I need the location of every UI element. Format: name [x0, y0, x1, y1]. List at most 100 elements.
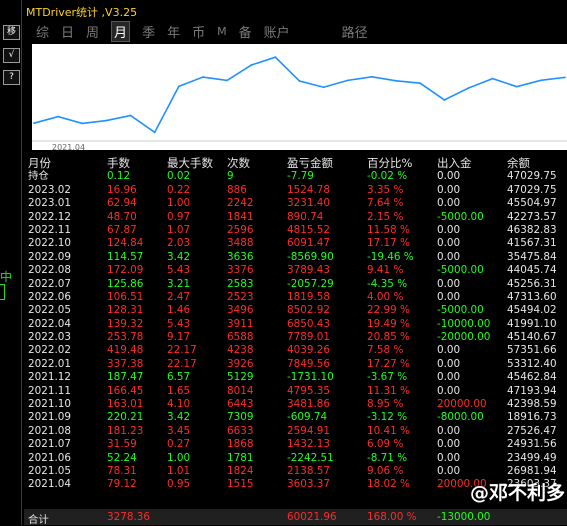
- cell-flow: 0.00: [437, 464, 461, 477]
- cell-month: 2021.11: [28, 384, 71, 397]
- cell-pnl: -2242.51: [287, 451, 334, 464]
- table-row: 2021.12 187.47 6.57 5129 -1731.10 -3.67 % 0.00…: [24, 371, 567, 384]
- table-row: 2022.05 128.31 1.46 3496 8502.92 22.99 % -5000…: [24, 304, 567, 317]
- tab-10[interactable]: 路径: [342, 22, 368, 41]
- cell-pct: 17.17 %: [367, 237, 410, 250]
- data-point-16: [419, 82, 422, 85]
- stats-panel: MTDriver统计 ,V3.25 综日周月季年币 M 备账户 路径 2021.04 …: [24, 0, 567, 526]
- table-row: 2022.01 337.38 22.17 3926 7849.56 17.27 % 0.00…: [24, 358, 567, 371]
- cell-count: 6633: [227, 424, 254, 437]
- tab-0[interactable]: 综: [36, 22, 49, 41]
- tab-7[interactable]: M: [217, 25, 227, 38]
- cell-balance: 35475.84: [507, 250, 557, 263]
- cell-pnl: 1819.58: [287, 290, 330, 303]
- data-point-7: [202, 76, 204, 78]
- x-axis-label: 2021.04: [52, 143, 85, 150]
- cell-pct: 8.95 %: [367, 398, 404, 411]
- cell-pct: 6.09 %: [367, 438, 404, 451]
- tab-5[interactable]: 年: [167, 22, 180, 41]
- cell-month: 2022.06: [28, 290, 71, 303]
- cell-month: 2022.03: [28, 331, 71, 344]
- cell-pct: -4.35 %: [367, 277, 408, 290]
- cell-flow: 0.00: [437, 237, 461, 250]
- help-button[interactable]: ?: [3, 70, 20, 85]
- cell-count: 3496: [227, 304, 254, 317]
- check-button[interactable]: √: [3, 48, 20, 63]
- summary-flow: -13000.00: [437, 511, 491, 523]
- cell-balance: 42273.57: [507, 210, 557, 223]
- cell-month: 2021.12: [28, 371, 71, 384]
- cell-lots: 163.01: [107, 398, 144, 411]
- cell-flow: 20000.00: [437, 398, 487, 411]
- data-point-2: [81, 122, 84, 125]
- watermark: @邓不利多: [470, 482, 566, 504]
- tab-2[interactable]: 周: [86, 22, 99, 41]
- table-row: 2021.06 52.24 1.00 1781 -2242.51 -8.71 % 0.00 2…: [24, 452, 567, 465]
- tab-1[interactable]: 日: [61, 22, 74, 41]
- cell-count: 2596: [227, 223, 254, 236]
- table-row: 2021.08 181.23 3.45 6633 2594.91 10.41 % 0.00 2…: [24, 425, 567, 438]
- side-toolbar: 移 √ ? 中: [0, 0, 22, 525]
- table-header-row: 月份 手数 最大手数 次数 盈亏金额 百分比% 出入金 余额: [24, 156, 567, 170]
- header-max-lots: 最大手数: [167, 156, 213, 170]
- table-row: 2022.06 106.51 2.47 2523 1819.58 4.00 % 0.00 47…: [24, 291, 567, 304]
- tab-8[interactable]: 备: [239, 22, 252, 41]
- header-flow: 出入金: [437, 156, 472, 170]
- balance-line-chart: 2021.04: [32, 56, 567, 152]
- cell-balance: 23499.49: [507, 451, 557, 464]
- cell-flow: -10000.00: [437, 317, 491, 330]
- cell-month: 2023.02: [28, 183, 71, 196]
- cell-lots: 181.23: [107, 424, 144, 437]
- cell-month: 2021.08: [28, 424, 71, 437]
- table-row: 2021.10 163.01 4.10 6443 3481.86 8.95 % 20000.…: [24, 398, 567, 411]
- tab-9[interactable]: 账户: [264, 22, 290, 41]
- cell-month: 2021.05: [28, 464, 71, 477]
- cell-month: 2022.02: [28, 344, 71, 357]
- cell-lots: 114.57: [107, 250, 144, 263]
- cell-count: 1515: [227, 478, 254, 491]
- cell-max-lots: 2.47: [167, 290, 191, 303]
- cell-lots: 31.59: [107, 438, 137, 451]
- cell-lots: 128.31: [107, 304, 144, 317]
- balance-line: [33, 56, 566, 134]
- cell-balance: 44045.74: [507, 264, 557, 277]
- tab-3[interactable]: 月: [111, 20, 131, 42]
- cell-pnl: 3603.37: [287, 478, 330, 491]
- move-button[interactable]: 移: [3, 25, 20, 40]
- cell-balance: 47029.75: [507, 170, 557, 183]
- cell-balance: 47029.75: [507, 183, 557, 196]
- tab-4[interactable]: 季: [142, 22, 155, 41]
- cell-lots: 48.70: [107, 210, 137, 223]
- cell-lots: 0.12: [107, 170, 131, 183]
- summary-row: 合计 3278.36 60021.96 168.00 % -13000.00: [24, 509, 567, 526]
- summary-lots: 3278.36: [107, 511, 150, 523]
- cell-month: 2021.06: [28, 451, 71, 464]
- cell-pnl: 6850.43: [287, 317, 330, 330]
- cell-lots: 125.86: [107, 277, 144, 290]
- cell-lots: 16.96: [107, 183, 137, 196]
- table-row: 2023.01 62.94 1.00 2242 3231.40 7.64 % 0.00 455…: [24, 197, 567, 210]
- cell-pnl: 4039.26: [287, 344, 330, 357]
- window-title: MTDriver统计 ,V3.25: [26, 6, 138, 19]
- cell-flow: 0.00: [437, 438, 461, 451]
- cell-pnl: 7789.01: [287, 331, 330, 344]
- cell-count: 9: [227, 170, 234, 183]
- cell-balance: 45140.67: [507, 331, 557, 344]
- cell-lots: 337.38: [107, 357, 144, 370]
- cell-count: 2242: [227, 197, 254, 210]
- cell-pnl: -2057.29: [287, 277, 334, 290]
- cell-max-lots: 22.17: [167, 357, 197, 370]
- cell-pct: -3.12 %: [367, 411, 408, 424]
- cell-count: 3926: [227, 357, 254, 370]
- cell-month: 2022.12: [28, 210, 71, 223]
- cell-lots: 78.31: [107, 464, 137, 477]
- data-point-22: [564, 76, 566, 79]
- cell-max-lots: 1.46: [167, 304, 191, 317]
- cell-flow: 0.00: [437, 451, 461, 464]
- cell-flow: 0.00: [437, 223, 461, 236]
- cell-max-lots: 4.10: [167, 398, 191, 411]
- cell-pnl: -609.74: [287, 411, 328, 424]
- tab-6[interactable]: 币: [192, 22, 205, 41]
- cell-lots: 106.51: [107, 290, 144, 303]
- title-bar: MTDriver统计 ,V3.25: [24, 0, 567, 20]
